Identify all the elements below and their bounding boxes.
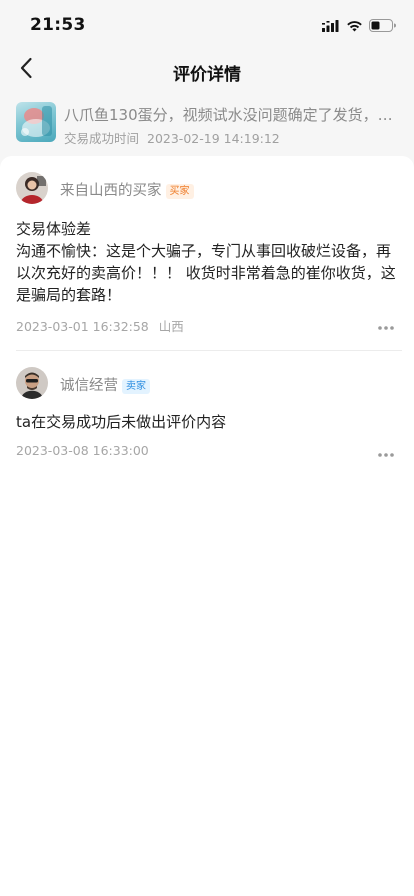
- review-title: 交易体验差: [16, 220, 92, 238]
- avatar[interactable]: [16, 367, 48, 399]
- review-header: 诚信经营 卖家: [16, 351, 402, 399]
- review-text: ta在交易成功后未做出评价内容: [16, 413, 227, 431]
- status-time: 21:53: [30, 15, 86, 35]
- review-meta: 2023-03-08 16:33:00: [16, 443, 402, 463]
- review-text: 沟通不愉快：这是个大骗子，专门从事回收破烂设备，再以次充好的卖高价！！！ 收货时…: [16, 242, 396, 304]
- status-icons: [322, 17, 396, 36]
- reviews-card: 来自山西的买家 买家 交易体验差 沟通不愉快：这是个大骗子，专门从事回收破烂设备，…: [0, 156, 414, 896]
- deal-time-value: 2023-02-19 14:19:12: [147, 131, 280, 146]
- more-dots-icon: [377, 319, 395, 334]
- review-item: 诚信经营 卖家 ta在交易成功后未做出评价内容 2023-03-08 16:33:…: [16, 351, 402, 463]
- battery-icon: [369, 17, 396, 36]
- product-title: 八爪鱼130蛋分，视频试水没问题确定了发货，二手…: [64, 106, 396, 124]
- status-bar: 21:53: [0, 0, 414, 48]
- more-button[interactable]: [372, 318, 400, 334]
- buyer-badge: 买家: [165, 184, 194, 199]
- review-content: 交易体验差 沟通不愉快：这是个大骗子，专门从事回收破烂设备，再以次充好的卖高价！…: [16, 218, 402, 306]
- reviewer-name-text: 来自山西的买家: [60, 183, 162, 199]
- product-thumbnail[interactable]: [16, 102, 56, 142]
- review-location: 山西: [158, 319, 184, 334]
- review-meta: 2023-03-01 16:32:58 山西: [16, 316, 402, 336]
- nav-bar: 评价详情: [0, 48, 414, 92]
- reviewer-name: 诚信经营 卖家: [60, 374, 150, 395]
- page-title: 评价详情: [173, 65, 241, 85]
- wifi-icon: [346, 17, 363, 36]
- more-dots-icon: [377, 446, 395, 461]
- deal-time-label: 交易成功时间: [64, 131, 140, 146]
- reviewer-name-text: 诚信经营: [60, 378, 118, 394]
- reviewer-name: 来自山西的买家 买家: [60, 179, 194, 200]
- review-content: ta在交易成功后未做出评价内容: [16, 411, 402, 433]
- product-summary[interactable]: 八爪鱼130蛋分，视频试水没问题确定了发货，二手… 交易成功时间 2023-02…: [0, 96, 414, 152]
- review-time: 2023-03-08 16:33:00: [16, 443, 149, 458]
- deal-time-row: 交易成功时间 2023-02-19 14:19:12: [64, 128, 280, 147]
- cellular-signal-icon: [322, 17, 340, 36]
- review-item: 来自山西的买家 买家 交易体验差 沟通不愉快：这是个大骗子，专门从事回收破烂设备，…: [16, 156, 402, 336]
- seller-badge: 卖家: [122, 379, 150, 394]
- review-time: 2023-03-01 16:32:58: [16, 319, 149, 334]
- more-button[interactable]: [372, 445, 400, 461]
- avatar[interactable]: [16, 172, 48, 204]
- review-header: 来自山西的买家 买家: [16, 156, 402, 206]
